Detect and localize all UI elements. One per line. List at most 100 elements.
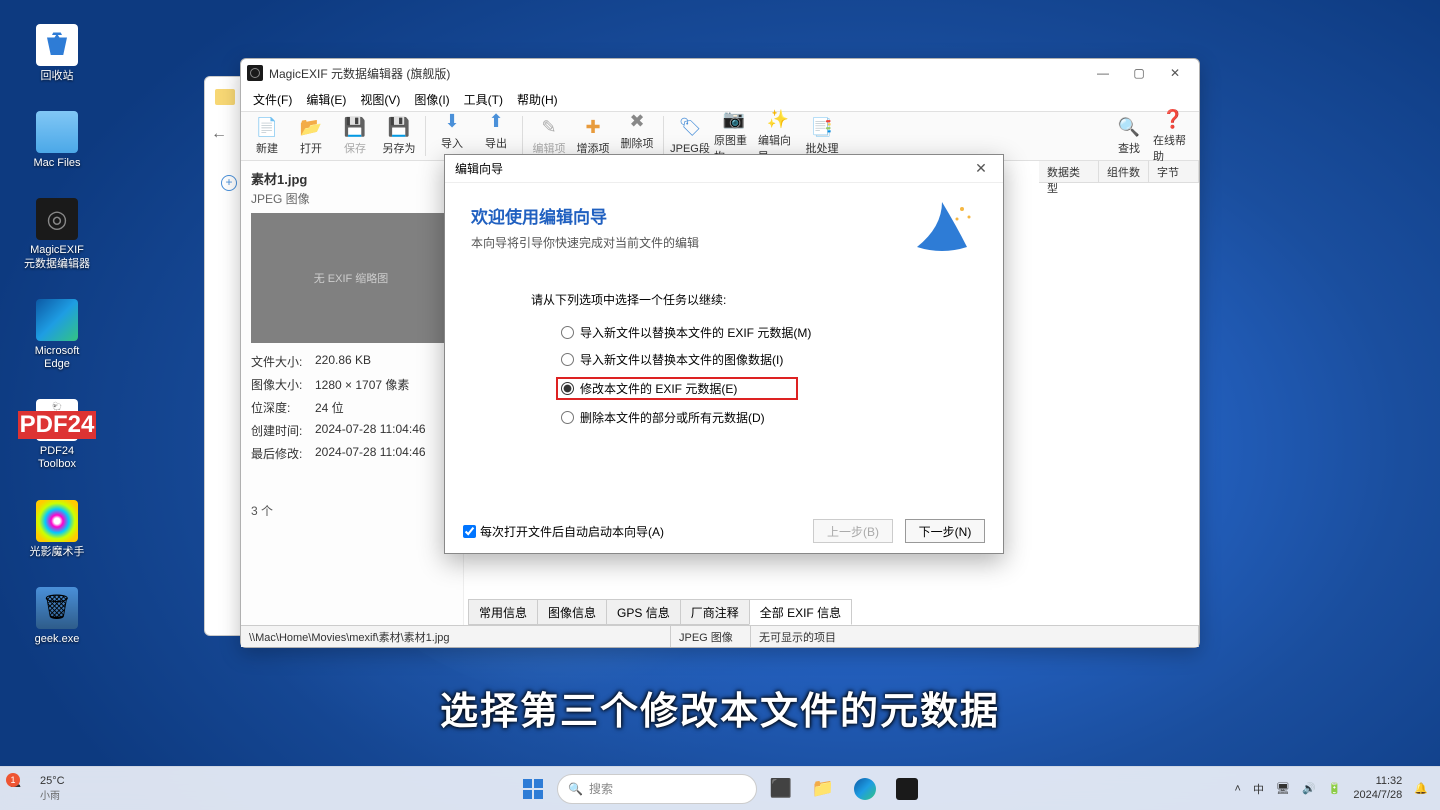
value-modified: 2024-07-28 11:04:46 xyxy=(315,445,453,462)
icon-label: Microsoft Edge xyxy=(35,345,80,371)
tb-additem[interactable]: ✚增添项 xyxy=(571,112,615,160)
tb-batch[interactable]: 📑批处理 xyxy=(800,112,844,160)
wizard-autol始化-checkbox[interactable]: 每次打开文件后自动启动本向导(A) xyxy=(463,523,664,540)
tab-all-exif[interactable]: 全部 EXIF 信息 xyxy=(749,599,852,625)
th-components[interactable]: 组件数 xyxy=(1099,161,1149,182)
menu-edit[interactable]: 编辑(E) xyxy=(300,89,352,110)
tab-common[interactable]: 常用信息 xyxy=(468,599,538,625)
tb-saveas[interactable]: 💾另存为 xyxy=(377,112,421,160)
jpeg-segment-icon: 🏷 xyxy=(679,116,701,138)
label-created: 创建时间: xyxy=(251,422,315,439)
taskbar-weather[interactable]: ☁ 25°C 小雨 xyxy=(0,775,75,802)
system-tray: ˄ 中 🖥 🔊 🔋 11:32 2024/7/28 🔔 xyxy=(1223,775,1440,801)
wizard-option-import-exif[interactable]: 导入新文件以替换本文件的 EXIF 元数据(M) xyxy=(561,324,977,341)
start-button[interactable] xyxy=(515,771,551,807)
menu-view[interactable]: 视图(V) xyxy=(354,89,406,110)
wizard-titlebar[interactable]: 编辑向导 ✕ xyxy=(445,155,1003,183)
th-bytes[interactable]: 字节 xyxy=(1149,161,1199,182)
menu-file[interactable]: 文件(F) xyxy=(247,89,298,110)
wizard-prev-button: 上一步(B) xyxy=(813,519,893,543)
saveas-icon: 💾 xyxy=(388,116,410,138)
wizard-dialog: 编辑向导 ✕ 欢迎使用编辑向导 本向导将引导你快速完成对当前文件的编辑 请从下列… xyxy=(444,154,1004,554)
status-type: JPEG 图像 xyxy=(671,626,751,647)
wizard-close-button[interactable]: ✕ xyxy=(969,160,993,177)
import-icon: ⬇ xyxy=(441,111,463,133)
export-icon: ⬆ xyxy=(485,111,507,133)
tb-open[interactable]: 📂打开 xyxy=(289,112,333,160)
desktop-icon-geek[interactable]: 🗑 geek.exe xyxy=(22,587,92,646)
taskbar-edge[interactable] xyxy=(847,771,883,807)
taskbar-taskview[interactable]: ⬛ xyxy=(763,771,799,807)
tray-chevron-icon[interactable]: ˄ xyxy=(1235,783,1241,795)
icon-label: PDF24 Toolbox xyxy=(38,445,76,471)
desktop-icon-edge[interactable]: Microsoft Edge xyxy=(22,299,92,371)
wizard-body: 欢迎使用编辑向导 本向导将引导你快速完成对当前文件的编辑 请从下列选项中选择一个… xyxy=(445,183,1003,509)
wizard-icon: ✨ xyxy=(767,108,789,130)
tab-gps[interactable]: GPS 信息 xyxy=(606,599,681,625)
tray-notifications-icon[interactable]: 🔔 xyxy=(1414,782,1428,795)
taskbar-magicexif[interactable] xyxy=(889,771,925,807)
value-filesize: 220.86 KB xyxy=(315,353,453,370)
tb-help[interactable]: ❓在线帮助 xyxy=(1151,104,1195,168)
desktop-icon-pdf24[interactable]: 🐑PDF24 PDF24 Toolbox xyxy=(22,399,92,471)
tb-new[interactable]: 📄新建 xyxy=(245,112,289,160)
maximize-button[interactable]: ▢ xyxy=(1121,61,1157,85)
wizard-option-import-image[interactable]: 导入新文件以替换本文件的图像数据(I) xyxy=(561,351,977,368)
titlebar[interactable]: MagicEXIF 元数据编辑器 (旗舰版) — ▢ ✕ xyxy=(241,59,1199,87)
wizard-option-modify-exif[interactable]: 修改本文件的 EXIF 元数据(E) xyxy=(557,378,797,399)
tray-network-icon[interactable]: 🖥 xyxy=(1276,782,1290,795)
wizard-welcome: 欢迎使用编辑向导 xyxy=(471,203,977,228)
icon-label: 光影魔术手 xyxy=(30,546,85,559)
wizard-options: 导入新文件以替换本文件的 EXIF 元数据(M) 导入新文件以替换本文件的图像数… xyxy=(561,324,977,426)
search-icon: 🔍 xyxy=(1118,116,1140,138)
label-filesize: 文件大小: xyxy=(251,353,315,370)
tray-ime[interactable]: 中 xyxy=(1253,781,1264,797)
open-icon: 📂 xyxy=(300,116,322,138)
label-modified: 最后修改: xyxy=(251,445,315,462)
tb-find[interactable]: 🔍查找 xyxy=(1107,112,1151,160)
desktop-icon-photoeditor[interactable]: 光影魔术手 xyxy=(22,500,92,559)
app-icon xyxy=(247,65,263,81)
folder-icon xyxy=(36,111,78,153)
properties-grid: 文件大小:220.86 KB 图像大小:1280 × 1707 像素 位深度:2… xyxy=(251,353,453,462)
wizard-next-button[interactable]: 下一步(N) xyxy=(905,519,985,543)
edge-icon xyxy=(36,299,78,341)
new-icon[interactable]: + xyxy=(221,175,237,191)
video-caption: 选择第三个修改本文件的元数据 xyxy=(440,680,1000,735)
save-icon: 💾 xyxy=(344,116,366,138)
desktop-icon-mac-files[interactable]: Mac Files xyxy=(22,111,92,170)
taskbar-center: 🔍搜索 ⬛ 📁 xyxy=(515,771,925,807)
folder-icon xyxy=(215,89,235,105)
tb-save: 💾保存 xyxy=(333,112,377,160)
icon-label: geek.exe xyxy=(35,633,80,646)
th-datatype[interactable]: 数据类型 xyxy=(1039,161,1099,182)
tab-maker[interactable]: 厂商注释 xyxy=(680,599,750,625)
magicexif-icon: ◎ xyxy=(36,198,78,240)
tb-edititem: ✎编辑项 xyxy=(527,112,571,160)
taskbar-explorer[interactable]: 📁 xyxy=(805,771,841,807)
back-arrow-icon[interactable]: ← xyxy=(211,125,227,143)
item-count: 3 个 xyxy=(251,502,453,519)
desktop-icon-magicexif[interactable]: ◎ MagicEXIF 元数据编辑器 xyxy=(22,198,92,270)
weather-cond: 小雨 xyxy=(40,787,65,802)
taskbar-search[interactable]: 🔍搜索 xyxy=(557,774,757,804)
tabs: 常用信息 图像信息 GPS 信息 厂商注释 全部 EXIF 信息 xyxy=(468,599,851,625)
tray-clock[interactable]: 11:32 2024/7/28 xyxy=(1353,775,1402,801)
window-title: MagicEXIF 元数据编辑器 (旗舰版) xyxy=(269,65,450,82)
search-icon: 🔍 xyxy=(568,782,583,796)
value-imagesize: 1280 × 1707 像素 xyxy=(315,376,453,393)
menu-help[interactable]: 帮助(H) xyxy=(511,89,564,110)
tray-battery-icon[interactable]: 🔋 xyxy=(1328,782,1342,795)
file-name: 素材1.jpg xyxy=(251,169,453,188)
desktop-icon-recycle-bin[interactable]: 回收站 xyxy=(22,24,92,83)
wizard-subtitle: 本向导将引导你快速完成对当前文件的编辑 xyxy=(471,234,977,251)
photo-editor-icon xyxy=(36,500,78,542)
tb-jpeg[interactable]: 🏷JPEG段 xyxy=(668,112,712,160)
wizard-option-delete[interactable]: 删除本文件的部分或所有元数据(D) xyxy=(561,409,977,426)
tray-volume-icon[interactable]: 🔊 xyxy=(1302,782,1316,795)
new-file-icon: 📄 xyxy=(256,116,278,138)
minimize-button[interactable]: — xyxy=(1085,61,1121,85)
close-button[interactable]: ✕ xyxy=(1157,61,1193,85)
table-header: 数据类型 组件数 字节 xyxy=(1039,161,1199,183)
tab-image[interactable]: 图像信息 xyxy=(537,599,607,625)
